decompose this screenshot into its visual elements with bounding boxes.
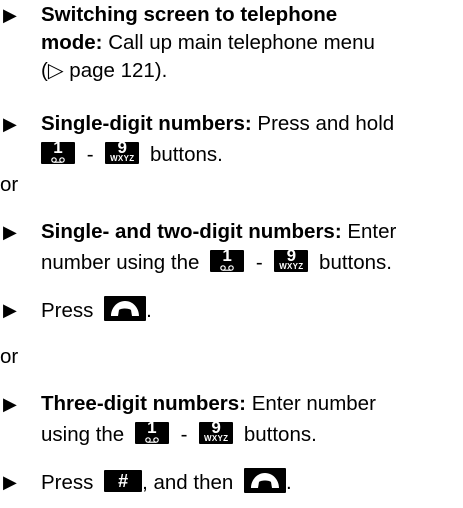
call-button — [104, 296, 147, 321]
instruction-line-1: Single- and two-digit numbers: Enter — [41, 218, 396, 246]
instruction-text: Enter — [341, 220, 397, 243]
key-letters-label: WXYZ — [203, 434, 229, 443]
heading-switching: Switching screen to telephone — [41, 3, 338, 26]
instruction-line-2: mode: Call up main telephone menu — [41, 29, 375, 57]
heading-two-digit: Single- and two-digit numbers: — [41, 220, 342, 243]
heading-mode: mode: — [41, 31, 103, 54]
voicemail-icon — [220, 265, 234, 271]
call-button — [244, 468, 287, 493]
key-digit-label: 1 — [222, 246, 232, 265]
bullet-icon: ▶ — [3, 300, 17, 320]
instruction-text: Press — [41, 471, 94, 494]
or-separator: or — [0, 173, 19, 196]
period-text: . — [286, 471, 292, 494]
key-9-button: 9 WXYZ — [274, 246, 309, 272]
key-letters-label: WXYZ — [279, 262, 304, 271]
instruction-text: Call up main telephone menu — [102, 31, 375, 54]
key-digit-label: 1 — [147, 418, 157, 437]
instruction-line-1: Three-digit numbers: Enter number — [41, 390, 376, 418]
or-separator: or — [0, 345, 19, 368]
key-9-button: 9 WXYZ — [105, 138, 140, 164]
instruction-line-2: using the 1 - 9 WXYZ buttons. — [41, 418, 317, 449]
bullet-icon: ▶ — [3, 222, 17, 242]
key-letters-label: WXYZ — [110, 154, 135, 163]
instruction-line-2: 1 - 9 WXYZ buttons. — [41, 138, 223, 169]
instruction-text: buttons. — [243, 423, 317, 446]
range-dash: - — [180, 423, 188, 446]
instruction-line-1: Single-digit numbers: Press and hold — [41, 110, 394, 138]
voicemail-icon — [145, 437, 159, 443]
hash-button: # — [104, 470, 143, 492]
instruction-text: number using the — [41, 251, 200, 274]
instruction-text: buttons. — [149, 143, 223, 166]
phone-handset-icon — [251, 473, 280, 488]
bullet-icon: ▶ — [3, 114, 17, 134]
page-reference: (▷ page 121). — [41, 59, 168, 82]
key-1-button: 1 — [210, 246, 245, 272]
range-dash: - — [255, 251, 263, 274]
instruction-line-1: Switching screen to telephone — [41, 1, 337, 29]
instruction-text: buttons. — [319, 251, 392, 274]
instruction-text: , and then — [142, 471, 234, 494]
period-text: . — [146, 299, 152, 322]
bullet-icon: ▶ — [3, 394, 17, 414]
key-9-button: 9 WXYZ — [199, 418, 234, 444]
instruction-line-1: Press # , and then . — [41, 468, 292, 497]
key-digit-label: 1 — [53, 138, 63, 157]
bullet-icon: ▶ — [3, 472, 17, 492]
phone-handset-icon — [111, 301, 140, 316]
bullet-icon: ▶ — [3, 5, 17, 25]
heading-single-digit: Single-digit numbers: — [41, 112, 252, 135]
voicemail-icon — [51, 157, 65, 163]
instruction-line-1: Press . — [41, 296, 152, 325]
instruction-text: Press — [41, 299, 94, 322]
key-1-button: 1 — [41, 138, 75, 164]
key-1-button: 1 — [134, 418, 169, 444]
key-hash-label: # — [118, 471, 129, 491]
instruction-text: Press and hold — [251, 112, 395, 135]
instruction-text: using the — [41, 423, 125, 446]
range-dash: - — [86, 143, 94, 166]
instruction-text: Enter number — [246, 392, 376, 415]
heading-three-digit: Three-digit numbers: — [41, 392, 247, 415]
instruction-line-2: number using the 1 - 9 WXYZ buttons. — [41, 246, 392, 277]
